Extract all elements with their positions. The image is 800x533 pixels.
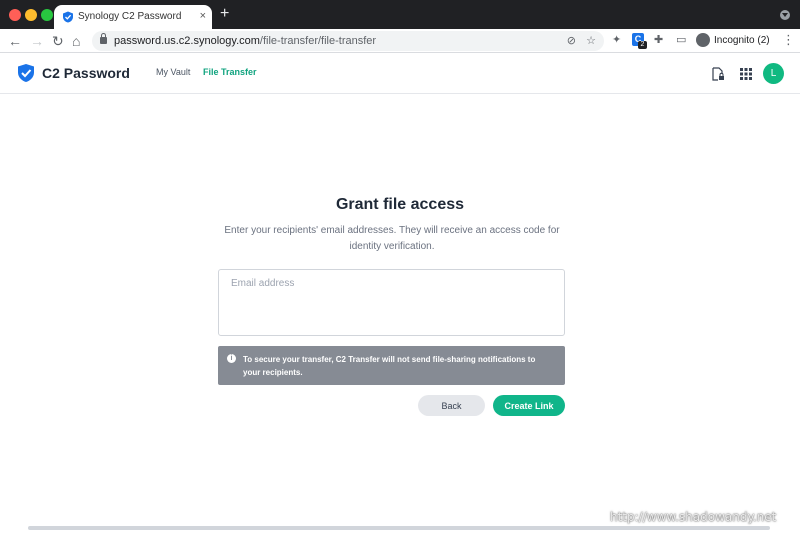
close-window-button[interactable] (9, 9, 21, 21)
back-button[interactable]: Back (418, 395, 485, 416)
incognito-label[interactable]: Incognito (2) (714, 35, 770, 46)
maximize-window-button[interactable] (41, 9, 53, 21)
file-lock-icon[interactable] (711, 67, 725, 81)
tab-title: Synology C2 Password (78, 11, 182, 22)
brand-name: C2 Password (42, 65, 130, 81)
url-host: password.us.c2.synology.com (114, 35, 260, 47)
new-tab-button[interactable]: + (220, 6, 229, 22)
tab-close-icon[interactable]: × (200, 9, 206, 23)
forward-arrow-icon[interactable]: → (30, 32, 44, 50)
watermark-text: http://www.shadowandy.net (610, 510, 777, 524)
browser-titlebar: Synology C2 Password × + (0, 0, 800, 29)
minimize-window-button[interactable] (25, 9, 37, 21)
url-text[interactable]: password.us.c2.synology.com/file-transfe… (114, 35, 376, 47)
notice-text: To secure your transfer, C2 Transfer wil… (243, 355, 536, 377)
browser-toolbar: ← → ↻ ⌂ password.us.c2.synology.com/file… (0, 29, 800, 53)
star-icon[interactable]: ☆ (586, 34, 596, 48)
email-address-field[interactable] (218, 269, 565, 336)
incognito-icon[interactable] (696, 33, 710, 47)
tab-search-icon[interactable] (780, 10, 790, 20)
extension-badge: 2 (638, 41, 647, 49)
address-bar[interactable]: password.us.c2.synology.com/file-transfe… (92, 31, 604, 51)
url-path: /file-transfer/file-transfer (259, 35, 377, 47)
puzzle-icon[interactable]: ✚ (654, 33, 663, 47)
info-icon: i (227, 354, 236, 363)
c2-shield-icon (63, 11, 73, 23)
reload-icon[interactable]: ↻ (52, 32, 64, 50)
user-avatar[interactable]: L (763, 63, 784, 84)
c2-shield-logo-icon (18, 64, 34, 82)
horizontal-scrollbar[interactable] (28, 526, 770, 530)
nav-my-vault[interactable]: My Vault (156, 67, 190, 77)
browser-menu-icon[interactable]: ⋮ (782, 32, 795, 48)
browser-tab[interactable]: Synology C2 Password × (54, 5, 212, 29)
eye-slash-icon[interactable]: ⊘ (567, 34, 576, 48)
create-link-button[interactable]: Create Link (493, 395, 565, 416)
security-notice: i To secure your transfer, C2 Transfer w… (218, 346, 565, 385)
extension-icon[interactable]: ✦ (612, 33, 621, 47)
page-description: Enter your recipients' email addresses. … (224, 225, 560, 252)
email-input[interactable] (219, 270, 564, 335)
apps-grid-icon[interactable] (739, 67, 753, 81)
app-header: C2 Password My Vault File Transfer L (0, 54, 800, 94)
lock-icon[interactable] (100, 33, 107, 44)
cast-icon[interactable]: ▭ (676, 33, 686, 47)
nav-file-transfer[interactable]: File Transfer (203, 67, 257, 77)
page-title: Grant file access (335, 196, 465, 213)
back-arrow-icon[interactable]: ← (8, 32, 22, 50)
home-icon[interactable]: ⌂ (72, 32, 80, 50)
